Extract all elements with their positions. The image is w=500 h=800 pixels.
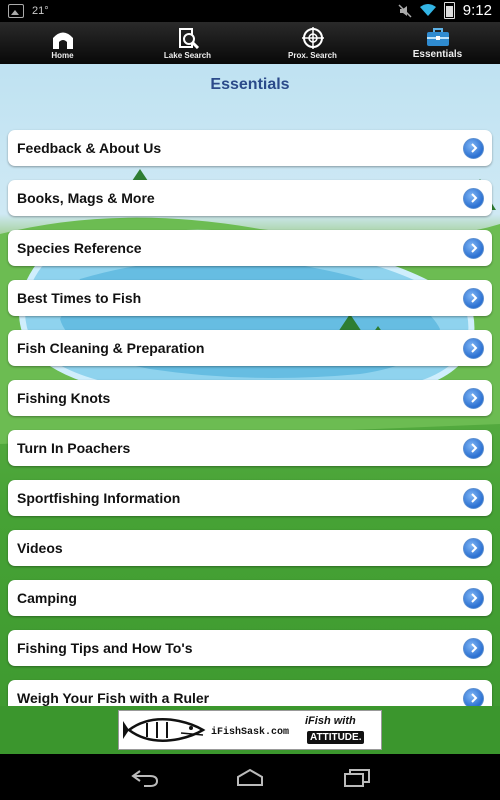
tab-label: Lake Search — [163, 51, 212, 60]
chevron-right-icon[interactable] — [463, 537, 484, 559]
toolbox-icon — [426, 28, 449, 46]
tab-label: Prox. Search — [288, 51, 337, 60]
menu-item-species-reference[interactable]: Species Reference — [8, 230, 492, 266]
chevron-right-icon[interactable] — [463, 237, 484, 259]
menu-item-label: Species Reference — [17, 240, 142, 256]
home-button-icon[interactable] — [235, 768, 265, 788]
ad-bar: iFishSask.com iFish with ATTITUDE. — [0, 706, 500, 754]
battery-icon — [443, 2, 455, 19]
essentials-menu: Feedback & About Us Books, Mags & More S… — [8, 130, 492, 706]
clock: 9:12 — [462, 2, 492, 19]
menu-item-fishing-knots[interactable]: Fishing Knots — [8, 380, 492, 416]
menu-item-label: Sportfishing Information — [17, 490, 181, 506]
menu-item-label: Turn In Poachers — [17, 440, 131, 456]
menu-item-turn-in-poachers[interactable]: Turn In Poachers — [8, 430, 492, 466]
ad-tagline-bottom: ATTITUDE. — [307, 731, 365, 744]
system-nav-bar — [0, 754, 500, 800]
menu-item-label: Fishing Knots — [17, 390, 111, 406]
home-icon — [52, 32, 73, 49]
ad-brand-text: iFishSask.com — [211, 727, 290, 738]
menu-item-books-mags[interactable]: Books, Mags & More — [8, 180, 492, 216]
crosshair-icon — [301, 27, 324, 49]
menu-item-label: Camping — [17, 590, 77, 606]
ad-banner[interactable]: iFishSask.com iFish with ATTITUDE. — [118, 710, 382, 750]
chevron-right-icon[interactable] — [463, 287, 484, 309]
chevron-right-icon[interactable] — [463, 437, 484, 459]
fish-logo-icon — [123, 718, 206, 742]
image-notification-icon — [8, 4, 24, 18]
menu-item-weigh-fish[interactable]: Weigh Your Fish with a Ruler — [8, 680, 492, 706]
tab-essentials[interactable]: Essentials — [375, 22, 500, 64]
tab-prox-search[interactable]: Prox. Search — [250, 22, 375, 64]
lake-search-icon — [178, 28, 199, 49]
tab-label: Essentials — [412, 49, 463, 60]
menu-item-feedback[interactable]: Feedback & About Us — [8, 130, 492, 166]
temperature-text: 21° — [32, 5, 49, 17]
menu-item-label: Fishing Tips and How To's — [17, 640, 193, 656]
status-bar: 21° 9:12 — [0, 0, 500, 22]
wifi-icon — [419, 4, 436, 16]
chevron-right-icon[interactable] — [463, 637, 484, 659]
chevron-right-icon[interactable] — [463, 187, 484, 209]
chevron-right-icon[interactable] — [463, 337, 484, 359]
menu-item-best-times[interactable]: Best Times to Fish — [8, 280, 492, 316]
recent-apps-icon[interactable] — [342, 768, 372, 788]
back-icon[interactable] — [130, 768, 160, 788]
tab-home[interactable]: Home — [0, 22, 125, 64]
menu-item-label: Fish Cleaning & Preparation — [17, 340, 205, 356]
tab-bar: Home Lake Search Prox. Search Essentials — [0, 22, 500, 65]
content-area: Essentials Feedback & About Us Books, Ma… — [0, 64, 500, 706]
menu-item-label: Best Times to Fish — [17, 290, 142, 306]
menu-item-fish-cleaning[interactable]: Fish Cleaning & Preparation — [8, 330, 492, 366]
menu-item-camping[interactable]: Camping — [8, 580, 492, 616]
chevron-right-icon[interactable] — [463, 487, 484, 509]
chevron-right-icon[interactable] — [463, 137, 484, 159]
menu-item-label: Weigh Your Fish with a Ruler — [17, 690, 210, 706]
tab-label: Home — [51, 51, 74, 60]
ad-tagline-top: iFish with — [305, 715, 356, 727]
page-title: Essentials — [210, 76, 290, 93]
tab-lake-search[interactable]: Lake Search — [125, 22, 250, 64]
chevron-right-icon[interactable] — [463, 587, 484, 609]
chevron-right-icon[interactable] — [463, 687, 484, 706]
menu-item-label: Books, Mags & More — [17, 190, 155, 206]
menu-item-label: Videos — [17, 540, 63, 556]
menu-item-sportfishing-info[interactable]: Sportfishing Information — [8, 480, 492, 516]
mute-icon — [398, 3, 412, 18]
menu-item-videos[interactable]: Videos — [8, 530, 492, 566]
menu-item-label: Feedback & About Us — [17, 140, 162, 156]
chevron-right-icon[interactable] — [463, 387, 484, 409]
menu-item-fishing-tips[interactable]: Fishing Tips and How To's — [8, 630, 492, 666]
